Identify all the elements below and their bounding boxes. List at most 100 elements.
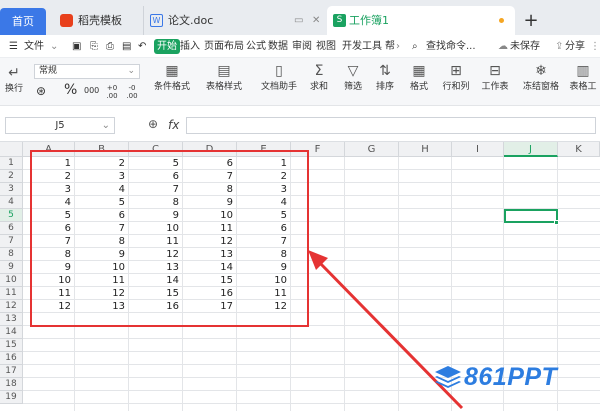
row-header-1[interactable]: 1 (0, 157, 23, 170)
fx-button[interactable]: fx (168, 118, 179, 132)
decrease-decimal-button[interactable]: -0 .00 (124, 84, 140, 100)
thousands-button[interactable]: 000 (84, 86, 99, 95)
filter-icon: ▽ (347, 63, 359, 79)
row-header-2[interactable]: 2 (0, 170, 23, 183)
currency-icon[interactable]: ⊛ (36, 84, 46, 98)
tab-template[interactable]: 稻壳模板 (50, 6, 140, 35)
save-icon[interactable]: ▣ (72, 40, 81, 53)
format-icon: ▦ (412, 63, 426, 79)
command-search[interactable]: 查找命令... (426, 40, 476, 53)
row-header-10[interactable]: 10 (0, 274, 23, 287)
row-header-3[interactable]: 3 (0, 183, 23, 196)
fill-handle[interactable] (554, 220, 559, 225)
watermark-text: 861PPT (464, 363, 558, 391)
worksheet-label: 工作表 (481, 82, 509, 92)
sum-button[interactable]: Σ 求和 (304, 64, 334, 93)
doc-helper-icon: ▯ (275, 63, 283, 79)
menu-formula[interactable]: 公式 (246, 40, 266, 53)
row-header-17[interactable]: 17 (0, 365, 23, 378)
percent-button[interactable]: % (64, 82, 77, 98)
row-header-15[interactable]: 15 (0, 339, 23, 352)
name-box[interactable]: J5 ⌄ (5, 117, 115, 134)
wrap-text-button[interactable]: ↵ 换行 (2, 66, 26, 95)
tab-home[interactable]: 首页 (0, 8, 46, 35)
export-icon[interactable]: ⎘ (90, 40, 98, 53)
row-gridline (23, 351, 600, 352)
column-header-j[interactable]: J (504, 142, 558, 157)
close-tab-icon[interactable]: ✕ (312, 6, 320, 35)
active-cell-j5[interactable] (504, 209, 558, 223)
column-header-h[interactable]: H (399, 142, 452, 157)
tab-document[interactable]: W 论文.doc ▭ ✕ (143, 6, 325, 35)
tab-workbook[interactable]: S 工作簿1 (327, 6, 515, 35)
table-style-icon: ▤ (217, 63, 231, 79)
doc-helper-button[interactable]: ▯ 文档助手 (258, 63, 300, 93)
hamburger-icon[interactable]: ☰ (9, 40, 18, 53)
menu-dev-tools[interactable]: 开发工具 (342, 40, 382, 53)
number-format-select[interactable]: 常规 ⌄ (34, 64, 140, 79)
menu-file[interactable]: 文件 (24, 40, 44, 53)
worksheet-button[interactable]: ⊟ 工作表 (478, 64, 512, 93)
doc-helper-label: 文档助手 (260, 82, 297, 92)
freeze-icon: ❄ (535, 63, 547, 79)
monitor-icon[interactable]: ▭ (294, 6, 303, 35)
share-button[interactable]: 分享 (565, 40, 585, 53)
zoom-icon[interactable]: ⊕ (148, 117, 158, 131)
freeze-panes-button[interactable]: ❄ 冻结窗格 (518, 63, 564, 93)
row-header-7[interactable]: 7 (0, 235, 23, 248)
row-header-13[interactable]: 13 (0, 313, 23, 326)
row-header-14[interactable]: 14 (0, 326, 23, 339)
preview-icon[interactable]: ▤ (122, 40, 131, 53)
conditional-format-button[interactable]: ▦ 条件格式 (148, 64, 196, 93)
menu-insert[interactable]: 插入 (180, 40, 200, 53)
table-style-button[interactable]: ▤ 表格样式 (200, 63, 248, 93)
row-header-11[interactable]: 11 (0, 287, 23, 300)
tab-template-label: 稻壳模板 (78, 14, 122, 27)
docer-logo-icon (60, 14, 73, 27)
column-header-g[interactable]: G (345, 142, 399, 157)
row-header-6[interactable]: 6 (0, 222, 23, 235)
print-icon[interactable]: ⎙ (106, 40, 114, 53)
row-header-4[interactable]: 4 (0, 196, 23, 209)
column-header-k[interactable]: K (558, 142, 600, 157)
layers-icon (435, 366, 461, 388)
scroll-right-icon[interactable]: › (396, 40, 400, 53)
formula-input[interactable] (186, 117, 596, 134)
row-header-19[interactable]: 19 (0, 391, 23, 404)
row-header-9[interactable]: 9 (0, 261, 23, 274)
undo-icon[interactable]: ↶ (138, 40, 146, 53)
share-icon: ⇪ (555, 41, 564, 52)
menu-more[interactable]: 帮 (385, 40, 395, 53)
filter-button[interactable]: ▽ 筛选 (338, 63, 368, 93)
more-options-icon[interactable]: ⋮ (590, 40, 600, 53)
wrap-label: 换行 (4, 84, 23, 94)
column-header-i[interactable]: I (452, 142, 504, 157)
menu-start[interactable]: 开始 (154, 39, 180, 54)
row-header-5[interactable]: 5 (0, 209, 23, 222)
row-header-18[interactable]: 18 (0, 378, 23, 391)
unsaved-dot-icon (499, 18, 504, 23)
name-box-value: J5 (55, 120, 65, 131)
row-header-8[interactable]: 8 (0, 248, 23, 261)
chevron-down-icon: ⌄ (101, 120, 110, 131)
chevron-down-icon: ⌄ (127, 66, 135, 76)
select-all-corner[interactable] (0, 142, 23, 157)
save-status[interactable]: 未保存 (510, 40, 540, 53)
format-button[interactable]: ▦ 格式 (404, 63, 434, 93)
menu-data[interactable]: 数据 (268, 40, 288, 53)
freeze-label: 冻结窗格 (522, 82, 559, 92)
chevron-down-icon[interactable]: ⌄ (50, 40, 58, 53)
watermark-logo: 861PPT (434, 362, 596, 392)
sort-icon: ⇅ (379, 63, 391, 79)
menu-page-layout[interactable]: 页面布局 (204, 40, 244, 53)
row-header-12[interactable]: 12 (0, 300, 23, 313)
menu-review[interactable]: 审阅 (292, 40, 312, 53)
sort-button[interactable]: ⇅ 排序 (370, 63, 400, 93)
new-tab-button[interactable]: + (521, 6, 541, 35)
row-header-16[interactable]: 16 (0, 352, 23, 365)
rows-cols-button[interactable]: ⊞ 行和列 (438, 64, 474, 93)
table-tools-button[interactable]: ▥ 表格工 (566, 64, 600, 92)
table-tools-icon: ▥ (576, 64, 590, 79)
menu-view[interactable]: 视图 (316, 40, 336, 53)
increase-decimal-button[interactable]: +0 .00 (104, 84, 120, 100)
